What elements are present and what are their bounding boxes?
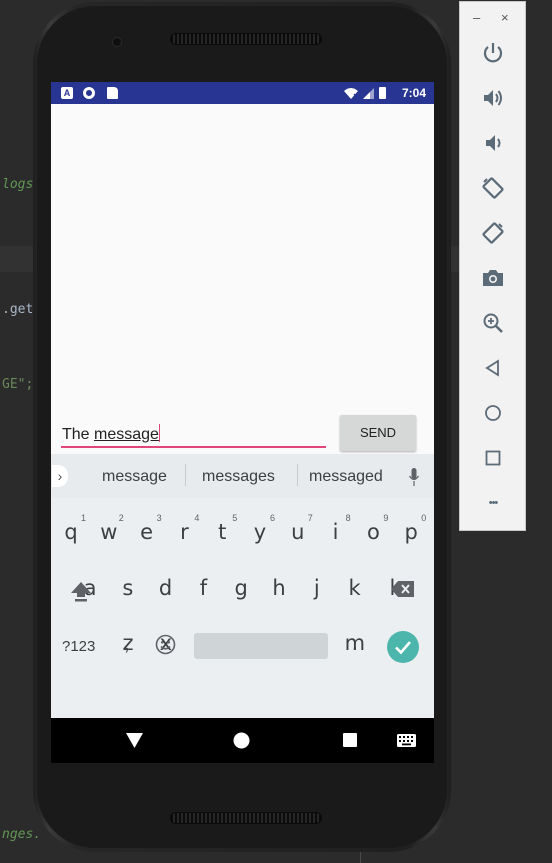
- key-g[interactable]: g: [226, 576, 256, 600]
- key-s[interactable]: s: [113, 576, 143, 600]
- key-hint: 3: [156, 513, 162, 523]
- suggestion-item[interactable]: message: [102, 468, 167, 486]
- shift-icon[interactable]: [69, 580, 93, 602]
- front-camera: [112, 37, 122, 47]
- status-bar: A 7:04: [51, 82, 434, 104]
- key-t[interactable]: t: [207, 520, 237, 544]
- keyboard-switch-icon[interactable]: [397, 734, 416, 747]
- key-e[interactable]: e: [132, 520, 162, 544]
- mic-icon[interactable]: [409, 468, 419, 486]
- ide-code-fragment: GE";: [2, 377, 34, 392]
- close-button[interactable]: ×: [501, 10, 509, 25]
- keyboard-toolbar-toggle[interactable]: ›: [52, 465, 68, 487]
- key-hint: 6: [270, 513, 276, 523]
- device-screen: A 7:04 The message SEND › message messag…: [51, 82, 434, 763]
- key-hint: 8: [345, 513, 351, 523]
- suggestion-divider: [185, 464, 186, 486]
- key-hint: 4: [194, 513, 200, 523]
- key-hint: 5: [232, 513, 238, 523]
- space-bar[interactable]: [194, 633, 328, 659]
- wifi-icon: [344, 88, 358, 99]
- key-r[interactable]: r: [169, 520, 199, 544]
- message-text: The message: [62, 424, 160, 443]
- sync-circle-icon: [83, 87, 95, 99]
- ide-code-fragment: logs: [2, 177, 34, 192]
- camera-icon[interactable]: [481, 266, 505, 290]
- key-f[interactable]: f: [188, 576, 218, 600]
- key-d[interactable]: d: [151, 576, 181, 600]
- key-hint: 1: [81, 513, 87, 523]
- home-icon[interactable]: [481, 401, 505, 425]
- sd-card-icon: [107, 87, 118, 99]
- signal-icon: [363, 88, 374, 99]
- status-icons: [344, 87, 386, 99]
- backspace-icon[interactable]: [391, 580, 415, 598]
- key-q[interactable]: q: [56, 520, 86, 544]
- period-key[interactable]: .: [352, 633, 358, 656]
- key-j[interactable]: j: [302, 576, 332, 600]
- bottom-speaker: [170, 812, 322, 824]
- key-k[interactable]: k: [340, 576, 370, 600]
- key-p[interactable]: p: [396, 520, 426, 544]
- key-u[interactable]: u: [283, 520, 313, 544]
- emoji-icon[interactable]: [155, 634, 176, 655]
- suggestion-item[interactable]: messages: [202, 468, 275, 486]
- emulator-toolbar: – × •••: [459, 1, 526, 531]
- key-hint: 7: [307, 513, 313, 523]
- suggestion-item[interactable]: messaged: [309, 468, 383, 486]
- android-icon: A: [61, 87, 73, 99]
- checkmark-icon: [395, 641, 411, 655]
- more-icon[interactable]: •••: [481, 491, 505, 515]
- navigation-bar: [51, 718, 434, 763]
- overview-icon[interactable]: [481, 446, 505, 470]
- suggestion-divider: [297, 464, 298, 486]
- zoom-icon[interactable]: [481, 311, 505, 335]
- soft-keyboard: › message messages messaged q1w2e3r4t5y6…: [51, 454, 434, 718]
- key-y[interactable]: y: [245, 520, 275, 544]
- back-icon[interactable]: [481, 356, 505, 380]
- enter-key[interactable]: [387, 631, 419, 663]
- top-speaker: [170, 33, 322, 45]
- symbols-key[interactable]: ?123: [62, 638, 95, 655]
- composing-word: message: [94, 426, 159, 443]
- send-button[interactable]: SEND: [340, 415, 416, 451]
- suggestion-strip: › message messages messaged: [51, 454, 434, 498]
- nav-back-icon[interactable]: [126, 733, 143, 748]
- message-input[interactable]: The message: [61, 422, 326, 448]
- key-o[interactable]: o: [358, 520, 388, 544]
- status-time: 7:04: [401, 86, 426, 100]
- key-w[interactable]: w: [94, 520, 124, 544]
- power-icon[interactable]: [481, 41, 505, 65]
- volume-down-icon[interactable]: [481, 131, 505, 155]
- key-h[interactable]: h: [264, 576, 294, 600]
- nav-home-icon[interactable]: [233, 732, 250, 749]
- minimize-button[interactable]: –: [473, 10, 480, 25]
- message-input-row: The message SEND: [51, 412, 434, 454]
- rotate-right-icon[interactable]: [481, 221, 505, 245]
- key-hint: 2: [118, 513, 124, 523]
- comma-key[interactable]: ,: [124, 633, 130, 656]
- nav-overview-icon[interactable]: [343, 733, 357, 747]
- key-hint: 0: [421, 513, 427, 523]
- ide-code-fragment: .get: [2, 302, 34, 317]
- rotate-left-icon[interactable]: [481, 176, 505, 200]
- battery-icon: [379, 87, 386, 99]
- text-cursor: [158, 424, 160, 442]
- key-hint: 9: [383, 513, 389, 523]
- key-i[interactable]: i: [321, 520, 351, 544]
- volume-up-icon[interactable]: [481, 86, 505, 110]
- ide-code-fragment: nges.: [2, 827, 42, 842]
